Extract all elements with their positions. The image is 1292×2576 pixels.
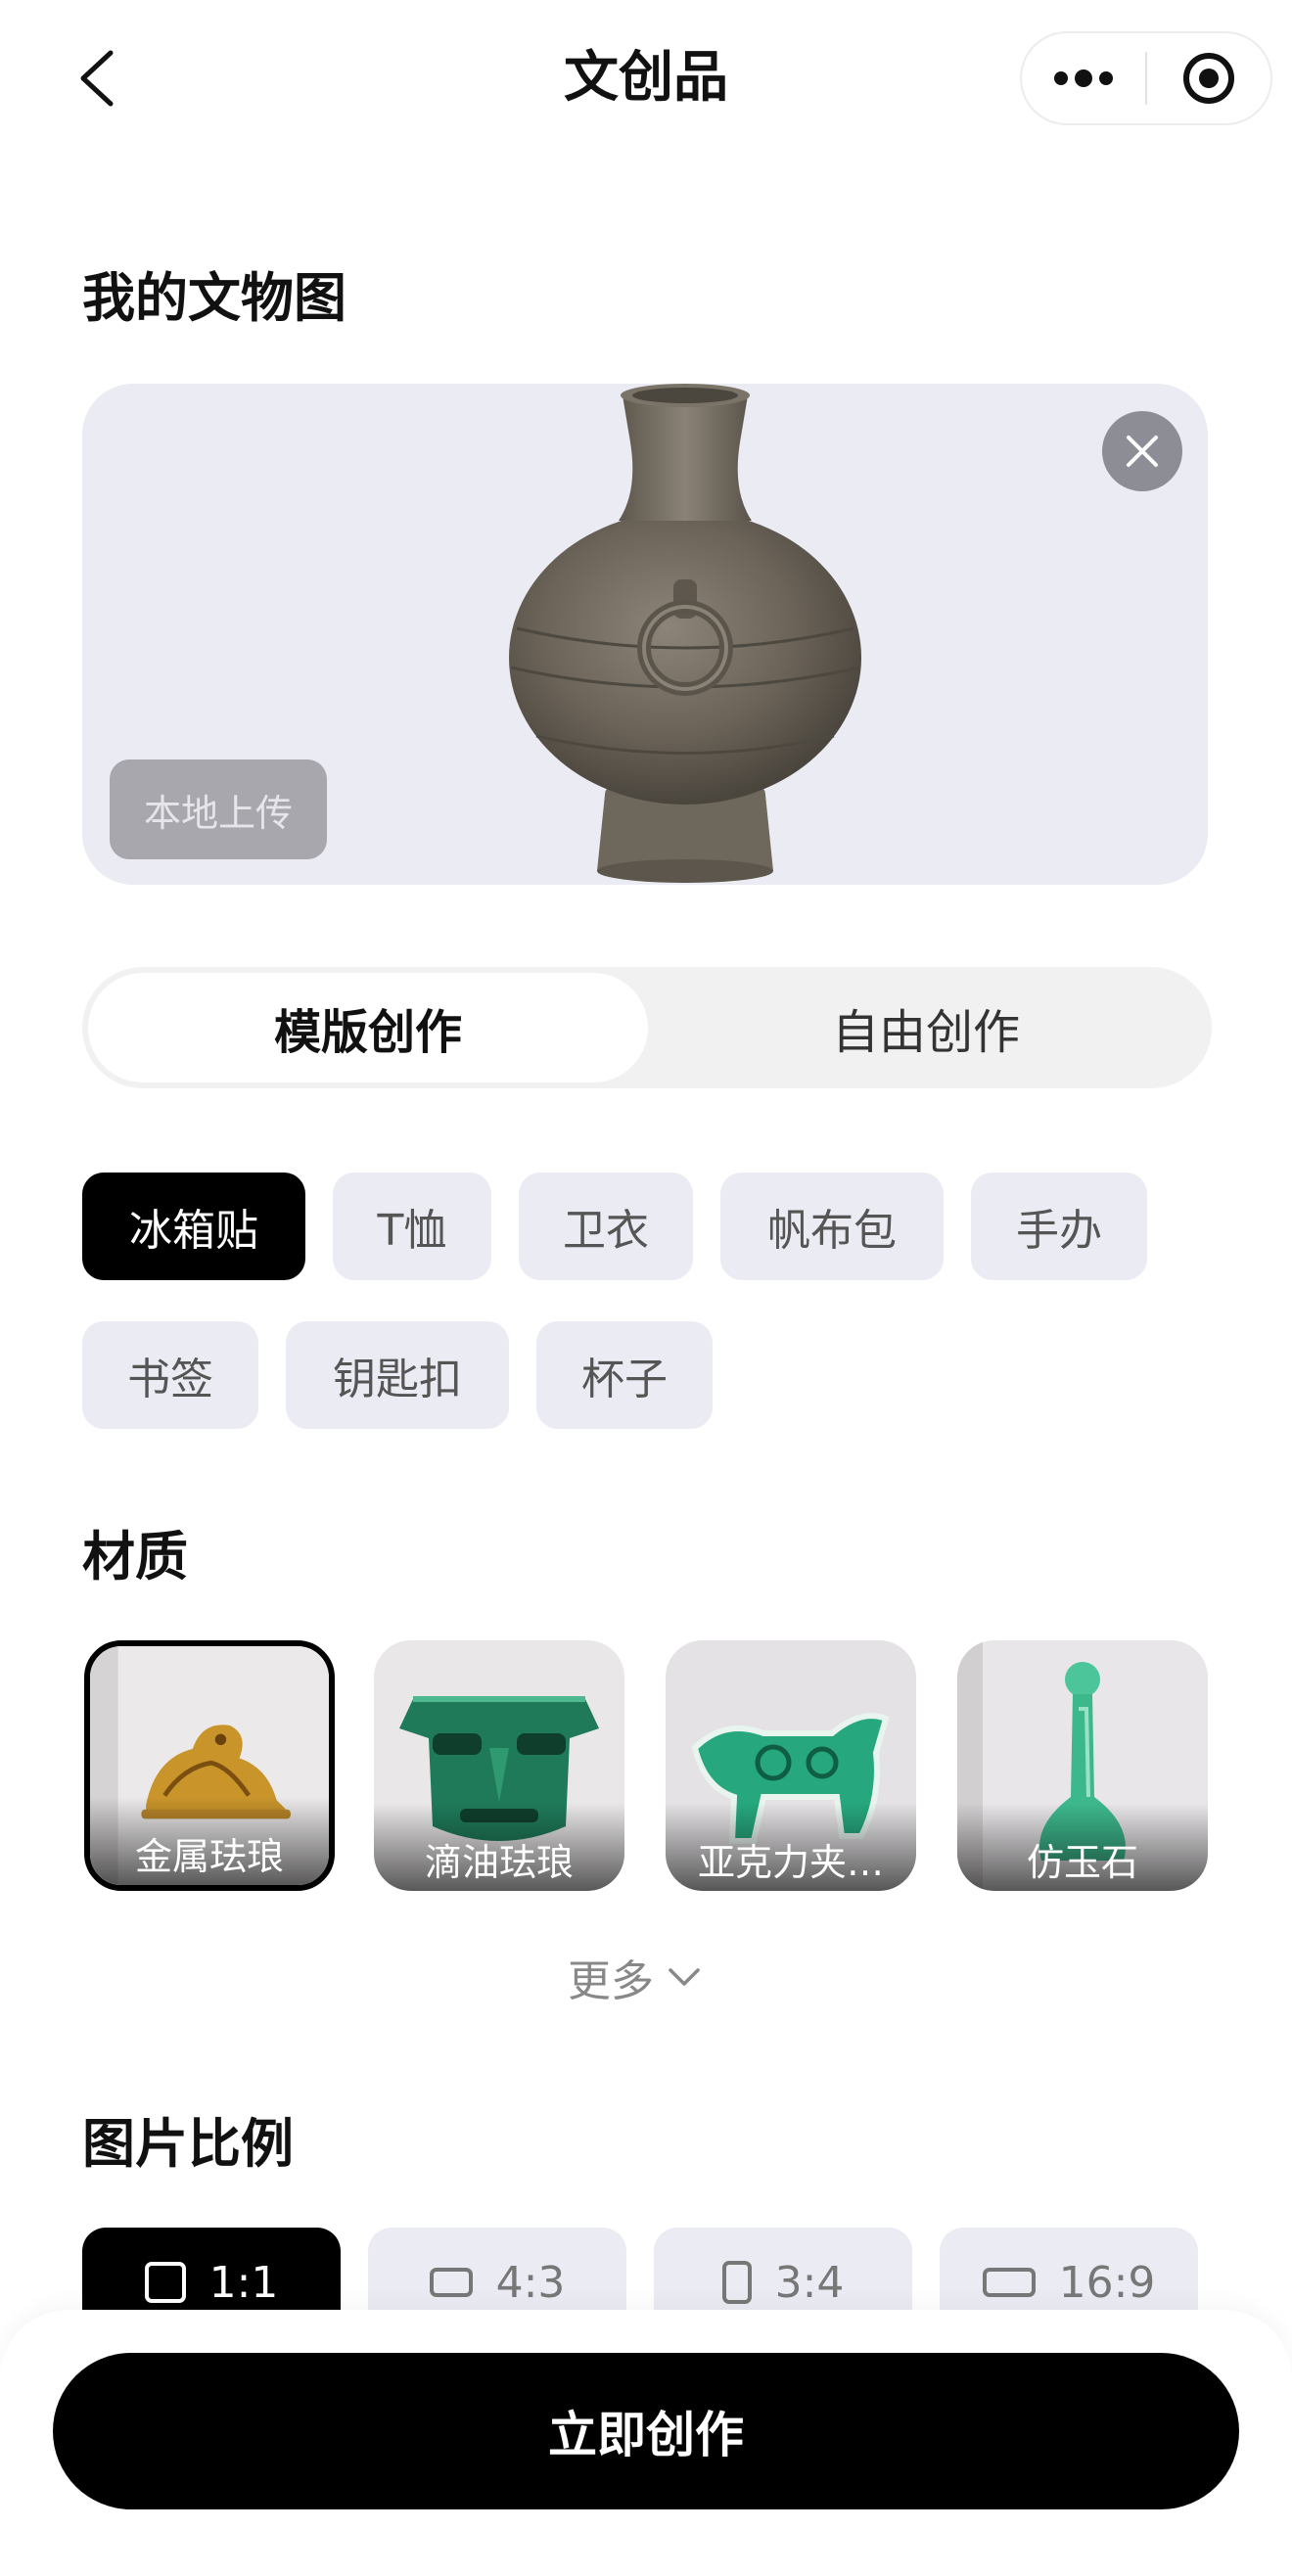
close-mini-program-button[interactable] (1147, 33, 1270, 123)
material-label: 滴油珐琅 (374, 1803, 624, 1891)
remove-image-button[interactable] (1102, 411, 1182, 491)
creation-mode-tabs: 模版创作 自由创作 (82, 967, 1212, 1088)
material-section-title: 材质 (82, 1526, 188, 1587)
more-materials-button[interactable]: 更多 (568, 1948, 701, 2006)
nav-bar: 文创品 (0, 0, 1292, 157)
widescreen-ratio-icon (982, 2268, 1036, 2297)
tab-template-creation[interactable]: 模版创作 (88, 973, 648, 1082)
ratio-section-title: 图片比例 (82, 2113, 294, 2175)
material-card-jade[interactable]: 仿玉石 (957, 1640, 1208, 1891)
ratio-label: 3:4 (774, 2257, 845, 2308)
material-card-metal-enamel[interactable]: 金属珐琅 (84, 1640, 335, 1891)
mini-program-capsule (1020, 31, 1272, 125)
ratio-label: 16:9 (1058, 2257, 1156, 2308)
ratio-label: 1:1 (208, 2257, 279, 2308)
more-dots-icon (1054, 69, 1113, 87)
artifact-section-title: 我的文物图 (82, 267, 346, 329)
bottom-action-bar: 立即创作 (0, 2310, 1292, 2576)
material-label: 仿玉石 (957, 1803, 1208, 1891)
tab-free-creation[interactable]: 自由创作 (646, 973, 1206, 1082)
product-chip-fridge-magnet[interactable]: 冰箱贴 (82, 1173, 305, 1280)
landscape-ratio-icon (429, 2268, 473, 2297)
product-chip-canvas-bag[interactable]: 帆布包 (720, 1173, 944, 1280)
square-ratio-icon (144, 2262, 186, 2303)
material-label: 亚克力夹… (666, 1803, 916, 1891)
product-chip-hoodie[interactable]: 卫衣 (519, 1173, 693, 1280)
artifact-vase-image (509, 384, 861, 883)
product-chip-cup[interactable]: 杯子 (536, 1321, 713, 1429)
material-label: 金属珐琅 (90, 1797, 329, 1885)
portrait-ratio-icon (721, 2261, 752, 2304)
product-chip-bookmark[interactable]: 书签 (82, 1321, 258, 1429)
material-card-drip-enamel[interactable]: 滴油珐琅 (374, 1640, 624, 1891)
ratio-label: 4:3 (495, 2257, 566, 2308)
product-chip-tshirt[interactable]: T恤 (333, 1173, 491, 1280)
material-card-acrylic[interactable]: 亚克力夹… (666, 1640, 916, 1891)
more-label: 更多 (568, 1956, 654, 2006)
product-chip-figure[interactable]: 手办 (971, 1173, 1147, 1280)
record-icon (1182, 53, 1234, 104)
product-chip-keychain[interactable]: 钥匙扣 (286, 1321, 509, 1429)
close-icon (1127, 436, 1158, 467)
more-button[interactable] (1022, 33, 1145, 123)
create-now-button[interactable]: 立即创作 (53, 2353, 1239, 2509)
local-upload-button[interactable]: 本地上传 (110, 759, 327, 859)
chevron-down-icon (669, 1968, 700, 1986)
artifact-image-card[interactable]: 本地上传 (82, 384, 1208, 885)
